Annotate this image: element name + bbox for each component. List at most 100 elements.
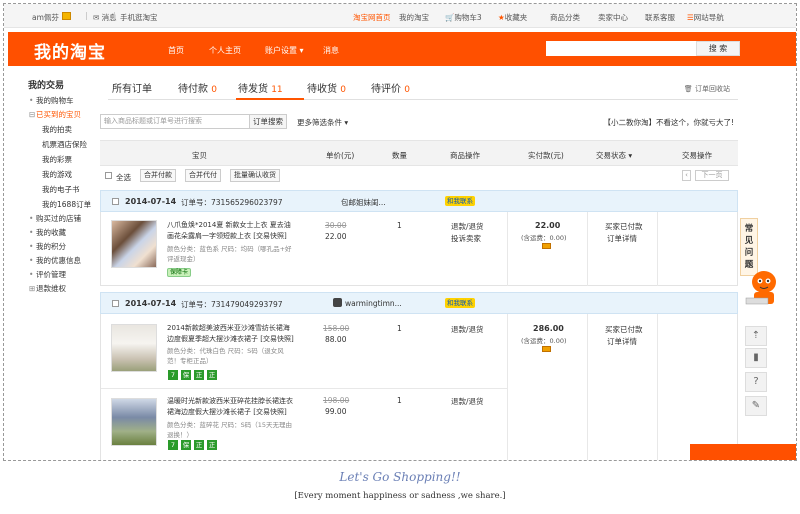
sidebar-item-favorites[interactable]: • 我的收藏 bbox=[28, 226, 98, 240]
feedback-button[interactable]: ✎ bbox=[745, 396, 767, 416]
sidebar-sub-1688[interactable]: 我的1688订单 bbox=[28, 197, 98, 212]
shop-name[interactable]: warmingtimn... bbox=[345, 299, 402, 308]
tab-pending-receipt[interactable]: 待收货 0 bbox=[307, 80, 346, 95]
bookmark-button[interactable]: ▮ bbox=[745, 348, 767, 368]
contact-seller-button[interactable]: 和我联系 bbox=[445, 298, 475, 308]
back-to-top-button[interactable]: ⇡ bbox=[745, 326, 767, 346]
cart-link[interactable]: 🛒购物车3 bbox=[445, 12, 482, 23]
sidebar-sub-travel[interactable]: 机票酒店保险 bbox=[28, 137, 98, 152]
sidebar-item-cart[interactable]: • 我的购物车 bbox=[28, 94, 98, 108]
shipping-fee: (含运费：0.00) bbox=[521, 337, 567, 345]
product-thumbnail[interactable] bbox=[111, 398, 157, 446]
payment-icon bbox=[542, 346, 551, 352]
order-detail-link[interactable]: 订单详情 bbox=[607, 336, 637, 347]
cart-icon: 🛒 bbox=[445, 13, 455, 22]
tab-all-orders[interactable]: 所有订单 bbox=[112, 80, 152, 95]
favorites-link[interactable]: ★收藏夹 bbox=[498, 12, 527, 23]
guarantee-tag: 保障卡 bbox=[167, 268, 192, 277]
product-thumbnail[interactable] bbox=[111, 324, 157, 372]
order-checkbox[interactable] bbox=[112, 300, 119, 307]
my-taobao-link[interactable]: 我的淘宝 bbox=[399, 12, 429, 23]
order-detail-link[interactable]: 订单详情 bbox=[607, 233, 637, 244]
customer-service-link[interactable]: 联系客服 bbox=[645, 12, 675, 23]
sidebar-title: 我的交易 bbox=[28, 81, 65, 91]
quantity: 1 bbox=[397, 324, 402, 333]
tab-pending-review[interactable]: 待评价 0 bbox=[371, 80, 410, 95]
nav-profile[interactable]: 个人主页 bbox=[209, 45, 241, 56]
next-page-button[interactable]: 下一页 bbox=[695, 170, 729, 181]
th-status: 交易状态 ▾ bbox=[596, 151, 633, 160]
product-spec: 颜色分类：代珠白色 尺码：S码（退女风范！专柜正品） bbox=[167, 347, 284, 365]
sidebar-sub-games[interactable]: 我的游戏 bbox=[28, 167, 98, 182]
sidebar-sub-auction[interactable]: 我的拍卖 bbox=[28, 122, 98, 137]
merge-pay-button[interactable]: 合并付款 bbox=[140, 169, 176, 182]
user-link[interactable]: am佩芬 bbox=[32, 12, 59, 23]
mascot-icon[interactable] bbox=[742, 266, 782, 312]
contact-seller-button[interactable]: 和我联系 bbox=[445, 196, 475, 206]
order-date: 2014-07-14 bbox=[125, 197, 177, 206]
tab-pending-payment[interactable]: 待付款 0 bbox=[178, 80, 217, 95]
order-body: 八爪鱼焕*2014夏 新款女士上衣 夏去油画花朵露肩一字领短款上衣 [交易快照]… bbox=[100, 212, 738, 286]
logo[interactable]: 我的淘宝 bbox=[34, 38, 106, 63]
tab-pending-shipment[interactable]: 待发货 11 bbox=[238, 80, 283, 95]
product-title[interactable]: 八爪鱼焕*2014夏 新款女士上衣 夏去油画花朵露肩一字领短款上衣 [交易快照] bbox=[167, 220, 295, 242]
floating-orange-bar[interactable] bbox=[690, 444, 796, 460]
product-title[interactable]: 2014新款超美波西米亚沙滩雪纺长裙海边度假夏季超大摆沙滩衣裙子 [交易快照] bbox=[167, 323, 295, 345]
mobile-link[interactable]: 手机逛淘宝 bbox=[120, 12, 158, 23]
sidebar-item-reviews[interactable]: • 评价管理 bbox=[28, 268, 98, 282]
header-search-input[interactable] bbox=[546, 41, 696, 56]
seller-center-link[interactable]: 卖家中心 bbox=[598, 12, 628, 23]
prev-page-button[interactable]: ‹ bbox=[682, 170, 691, 181]
guarantee-badge: 保 bbox=[181, 370, 191, 380]
more-filter-link[interactable]: 更多筛选条件 ▾ bbox=[297, 117, 348, 128]
nav-messages[interactable]: 消息 bbox=[323, 45, 339, 56]
merge-proxy-button[interactable]: 合并代付 bbox=[185, 169, 221, 182]
order-search-input[interactable]: 输入商品标题或订单号进行搜索 bbox=[100, 114, 250, 129]
nav-account-settings[interactable]: 账户设置 ▾ bbox=[265, 45, 304, 56]
star-icon: ★ bbox=[498, 13, 505, 22]
category-link[interactable]: 商品分类 bbox=[550, 12, 580, 23]
sidebar-sub-ebooks[interactable]: 我的电子书 bbox=[28, 182, 98, 197]
rank-icon bbox=[62, 12, 71, 20]
th-paid: 实付款(元) bbox=[528, 151, 564, 160]
th-item: 宝贝 bbox=[192, 151, 207, 160]
order-tabs: 所有订单 待付款 0 待发货 11 待收货 0 待评价 0 🗑 订单回收站 bbox=[108, 76, 738, 100]
paid-amount: 22.00 bbox=[535, 221, 561, 230]
sidebar-item-bought[interactable]: ⊟ 已买到的宝贝 bbox=[28, 108, 98, 122]
refund-link[interactable]: 退款/退货 bbox=[451, 221, 484, 232]
top-bar: am佩芬 ✉ 消息 手机逛淘宝 淘宝网首页 我的淘宝 🛒购物车3 ★收藏夹 商品… bbox=[4, 4, 796, 28]
header-search-button[interactable]: 搜 索 bbox=[696, 41, 740, 56]
complain-link[interactable]: 投诉卖家 bbox=[451, 233, 481, 244]
promo-link[interactable]: 【小二教你淘】不看这个，你就亏大了! bbox=[603, 117, 734, 128]
order-checkbox[interactable] bbox=[112, 198, 119, 205]
trade-status: 买家已付款 bbox=[605, 222, 643, 231]
sidebar-item-refunds[interactable]: ⊞ 退款维权 bbox=[28, 282, 98, 296]
refund-link[interactable]: 退款/退货 bbox=[451, 396, 484, 407]
nav-home[interactable]: 首页 bbox=[168, 45, 184, 56]
product-thumbnail[interactable] bbox=[111, 220, 157, 268]
table-header: 宝贝 单价(元) 数量 商品操作 实付款(元) 交易状态 ▾ 交易操作 bbox=[100, 140, 738, 166]
order-date: 2014-07-14 bbox=[125, 299, 177, 308]
sidebar-item-points[interactable]: • 我的积分 bbox=[28, 240, 98, 254]
batch-confirm-button[interactable]: 批量确认收货 bbox=[230, 169, 280, 182]
shop-name[interactable]: 包邮姐妹闺... bbox=[341, 197, 386, 208]
unit-price: 99.00 bbox=[325, 407, 347, 416]
help-button[interactable]: ? bbox=[745, 372, 767, 392]
order-header: 2014-07-14 订单号：731479049293797 warmingti… bbox=[100, 292, 738, 314]
site-nav-link[interactable]: ☰网站导航 bbox=[687, 12, 724, 23]
mail-icon: ✉ bbox=[93, 13, 102, 22]
sidebar-item-coupons[interactable]: • 我的优惠信息 bbox=[28, 254, 98, 268]
product-title[interactable]: 温暖时光新款波西米亚碎花挂脖长裙连衣裙海边度假大摆沙滩长裙子 [交易快照] bbox=[167, 396, 295, 418]
taobao-home-link[interactable]: 淘宝网首页 bbox=[353, 12, 391, 23]
sidebar-sub-lottery[interactable]: 我的彩票 bbox=[28, 152, 98, 167]
footer-subtitle: [Every moment happiness or sadness ,we s… bbox=[294, 491, 506, 501]
chevron-down-icon: ▾ bbox=[628, 151, 633, 160]
order-search-button[interactable]: 订单搜索 bbox=[249, 114, 287, 129]
question-icon: ? bbox=[753, 376, 759, 387]
unit-price: 88.00 bbox=[325, 335, 347, 344]
original-price: 198.00 bbox=[323, 396, 350, 405]
recycle-bin-link[interactable]: 🗑 订单回收站 bbox=[684, 84, 730, 94]
refund-link[interactable]: 退款/退货 bbox=[451, 324, 484, 335]
select-all-checkbox[interactable] bbox=[105, 172, 112, 179]
sidebar-item-shops[interactable]: • 购买过的店铺 bbox=[28, 212, 98, 226]
